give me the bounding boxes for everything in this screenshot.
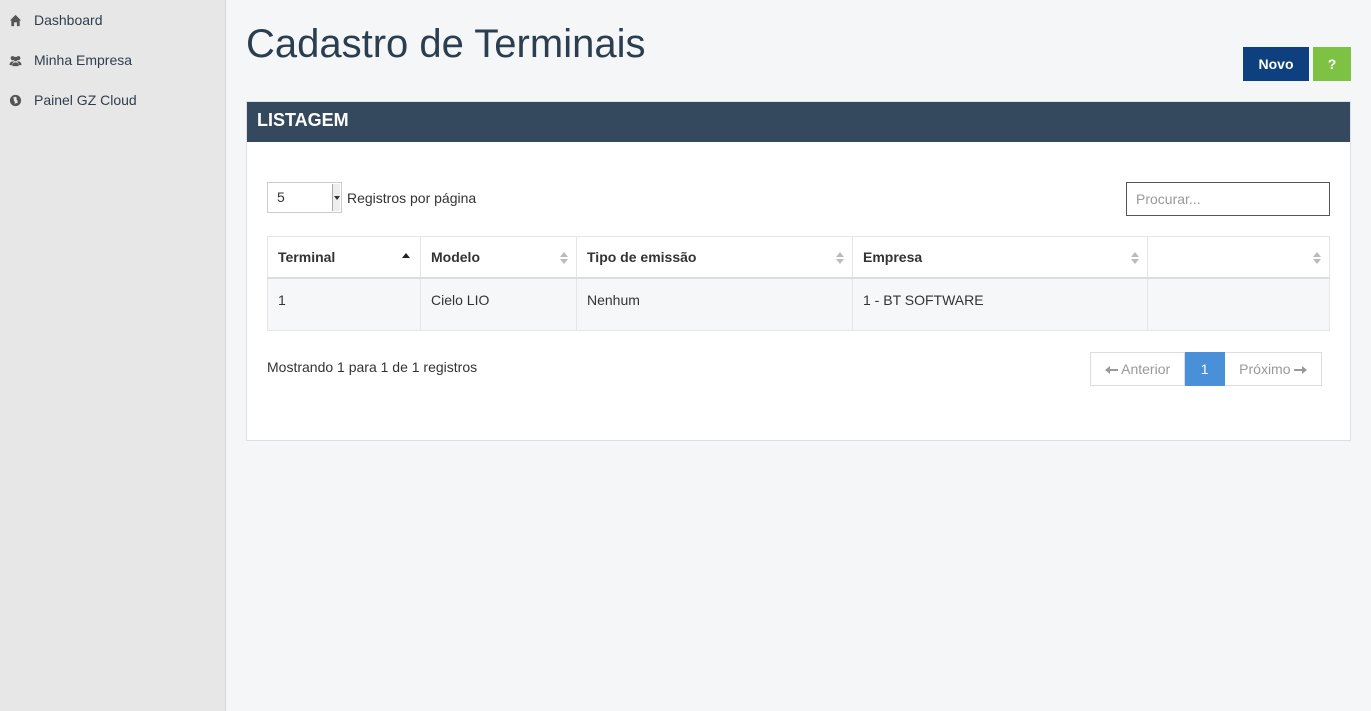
page-button-current[interactable]: 1 — [1185, 352, 1226, 386]
page-length-label: Registros por página — [347, 190, 477, 206]
table-header-row: Terminal Modelo Tipo de emissão Empresa — [267, 236, 1330, 279]
search-input[interactable] — [1126, 182, 1330, 216]
sidebar: Dashboard Minha Empresa Painel GZ Cloud — [0, 0, 226, 711]
page-length-select[interactable]: 5 — [267, 182, 342, 213]
table-row[interactable]: 1 Cielo LIO Nenhum 1 - BT SOFTWARE — [267, 277, 1330, 331]
sidebar-item-dashboard[interactable]: Dashboard — [0, 0, 225, 40]
page-length-value: 5 — [277, 189, 285, 205]
chevron-down-icon — [332, 184, 340, 211]
sort-icon — [836, 252, 844, 264]
sort-icon — [560, 252, 568, 264]
arrow-left-icon — [1105, 365, 1118, 375]
column-header-modelo[interactable]: Modelo — [420, 236, 577, 279]
cell-actions — [1147, 277, 1330, 331]
sort-icon — [1313, 252, 1321, 264]
terminals-table: Terminal Modelo Tipo de emissão Empresa — [267, 236, 1330, 331]
cell-modelo: Cielo LIO — [420, 277, 577, 331]
column-header-terminal[interactable]: Terminal — [267, 236, 421, 279]
column-header-empresa[interactable]: Empresa — [852, 236, 1148, 279]
globe-icon — [8, 93, 22, 107]
next-page-button[interactable]: Próximo — [1225, 352, 1323, 386]
sidebar-item-painel-gz-cloud[interactable]: Painel GZ Cloud — [0, 80, 225, 120]
arrow-right-icon — [1294, 365, 1308, 375]
sidebar-item-minha-empresa[interactable]: Minha Empresa — [0, 40, 225, 80]
new-button[interactable]: Novo — [1243, 47, 1309, 81]
table-info: Mostrando 1 para 1 de 1 registros — [267, 359, 478, 375]
cell-tipo-emissao: Nenhum — [576, 277, 853, 331]
cell-terminal: 1 — [267, 277, 421, 331]
column-header-tipo-emissao[interactable]: Tipo de emissão — [576, 236, 853, 279]
sort-asc-icon — [402, 253, 410, 265]
help-button[interactable]: ? — [1313, 47, 1351, 81]
previous-page-button[interactable]: Anterior — [1090, 352, 1186, 386]
sidebar-item-label: Painel GZ Cloud — [34, 92, 137, 108]
panel-title: LISTAGEM — [247, 102, 1350, 142]
users-icon — [8, 53, 22, 67]
home-icon — [8, 13, 22, 27]
sort-icon — [1131, 252, 1139, 264]
column-header-actions[interactable] — [1147, 236, 1330, 279]
listing-panel: LISTAGEM 5 Registros por página Terminal… — [246, 101, 1351, 441]
sidebar-item-label: Dashboard — [34, 12, 103, 28]
sidebar-item-label: Minha Empresa — [34, 52, 133, 68]
page-title: Cadastro de Terminais — [246, 22, 646, 66]
pagination: Anterior 1 Próximo — [1090, 352, 1323, 386]
cell-empresa: 1 - BT SOFTWARE — [852, 277, 1148, 331]
